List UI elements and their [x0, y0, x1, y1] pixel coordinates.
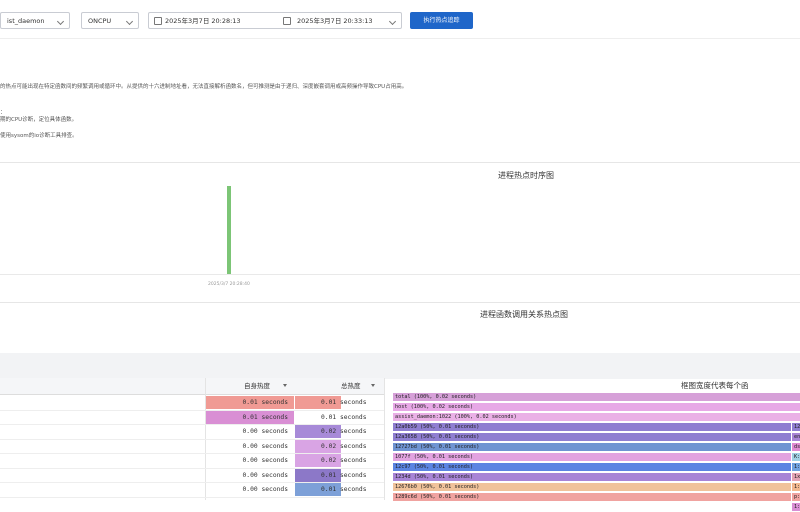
flame-frame[interactable]: 12 [792, 423, 800, 432]
time-range-picker[interactable]: 2025年3月7日 20:28:13 2025年3月7日 20:33:13 [148, 12, 402, 29]
process-select-value: ist_daemon [7, 17, 45, 25]
sort-icon[interactable] [283, 384, 287, 387]
flame-frame[interactable]: 12a3658 (50%, 0.01 seconds) [393, 433, 791, 442]
total-heat-value: 0.01 seconds [321, 413, 367, 421]
self-heat-cell: 0.01 seconds [206, 410, 294, 424]
x-axis-line [0, 274, 800, 275]
flame-frame[interactable]: 1234d (50%, 0.01 seconds) [393, 473, 791, 482]
flame-frame[interactable]: assist_daemon:1022 (100%, 0.02 seconds) [393, 413, 800, 422]
event-select[interactable]: ONCPU [81, 12, 139, 29]
total-heat-cell: 0.01 seconds [295, 468, 383, 482]
description-line: 的热点可能出现在特定函数间的频繁调用或循环中。从提供的十六进制地址看，无法直接解… [0, 84, 408, 90]
flame-frame[interactable]: K: [792, 453, 800, 462]
call-panel-title: 进程函数调用关系热点图 [480, 310, 568, 319]
chevron-down-icon [125, 17, 134, 26]
table-header: 自身热度 总热度 [0, 378, 384, 395]
total-heat-cell: 0.02 seconds [295, 439, 383, 453]
flame-frame[interactable]: p: [792, 493, 800, 502]
self-heat-cell: 0.00 seconds [206, 468, 294, 482]
calendar-icon [283, 17, 291, 25]
self-heat-cell: 0.01 seconds [206, 396, 294, 409]
flame-frame[interactable]: 1: [792, 463, 800, 472]
total-heat-value: 0.02 seconds [321, 428, 367, 435]
flame-frame[interactable]: en [792, 433, 800, 442]
process-select[interactable]: ist_daemon [0, 12, 70, 29]
description-line: 期的CPU诊断，定位具体函数。 [0, 117, 78, 123]
toolbar-strip [0, 353, 800, 379]
heat-chart-title: 进程热点时序图 [498, 171, 554, 180]
self-heat-cell: 0.00 seconds [206, 425, 294, 438]
self-heat-cell: 0.00 seconds [206, 439, 294, 453]
end-time: 2025年3月7日 20:33:13 [297, 17, 373, 25]
total-heat-value: 0.02 seconds [321, 442, 367, 450]
flame-frame[interactable]: 12a0b59 (50%, 0.01 seconds) [393, 423, 791, 432]
total-heat-value: 0.01 seconds [321, 399, 367, 406]
flame-frame[interactable]: 1x [792, 473, 800, 482]
flame-frame[interactable]: host (100%, 0.02 seconds) [393, 403, 800, 412]
flame-frame[interactable]: 1289c6d (50%, 0.01 seconds) [393, 493, 791, 502]
flame-frame[interactable]: ds [792, 443, 800, 452]
total-heat-value: 0.01 seconds [321, 486, 367, 493]
self-heat-header[interactable]: 自身热度 [244, 378, 270, 394]
total-heat-value: 0.01 seconds [321, 471, 367, 479]
total-heat-cell: 0.01 seconds [295, 396, 383, 409]
self-heat-cell: 0.00 seconds [206, 483, 294, 496]
chevron-down-icon [56, 17, 65, 26]
total-heat-cell: 0.01 seconds [295, 483, 383, 496]
self-heat-cell: 0.00 seconds [206, 454, 294, 467]
heat-bar [227, 186, 231, 274]
calendar-icon [154, 17, 162, 25]
total-heat-cell: 0.02 seconds [295, 454, 383, 467]
total-heat-cell: 0.02 seconds [295, 425, 383, 438]
panel-divider [0, 302, 800, 303]
flame-frame[interactable]: 12676b0 (50%, 0.01 seconds) [393, 483, 791, 492]
column-divider [384, 378, 385, 500]
run-hotspot-trace-button[interactable]: 执行热点追踪 [410, 12, 473, 29]
toolbar: ist_daemon ONCPU 2025年3月7日 20:28:13 2025… [0, 0, 800, 39]
total-heat-header[interactable]: 总热度 [341, 378, 361, 394]
chevron-down-icon [388, 17, 397, 26]
total-heat-value: 0.02 seconds [321, 457, 367, 464]
flame-frame[interactable]: 12c97 (50%, 0.01 seconds) [393, 463, 791, 472]
event-select-value: ONCPU [88, 17, 112, 25]
panel-divider [0, 162, 800, 163]
sort-icon[interactable] [371, 384, 375, 387]
flame-graph-title: 框图宽度代表每个函 [681, 381, 749, 390]
flame-frame[interactable]: total (100%, 0.02 seconds) [393, 393, 800, 402]
description-line: 使用sysom的io诊断工具排查。 [0, 133, 78, 139]
flame-frame[interactable]: 1077f (50%, 0.01 seconds) [393, 453, 791, 462]
x-axis-tick-label: 2025/3/7 20:28:40 [208, 282, 250, 287]
flame-frame[interactable]: 1: [792, 503, 800, 512]
start-time: 2025年3月7日 20:28:13 [165, 17, 241, 25]
flame-frame[interactable]: 1: [792, 483, 800, 492]
row-divider [0, 496, 384, 498]
flame-frame[interactable]: 12727bd (50%, 0.01 seconds) [393, 443, 791, 452]
total-heat-cell: 0.01 seconds [295, 410, 383, 424]
